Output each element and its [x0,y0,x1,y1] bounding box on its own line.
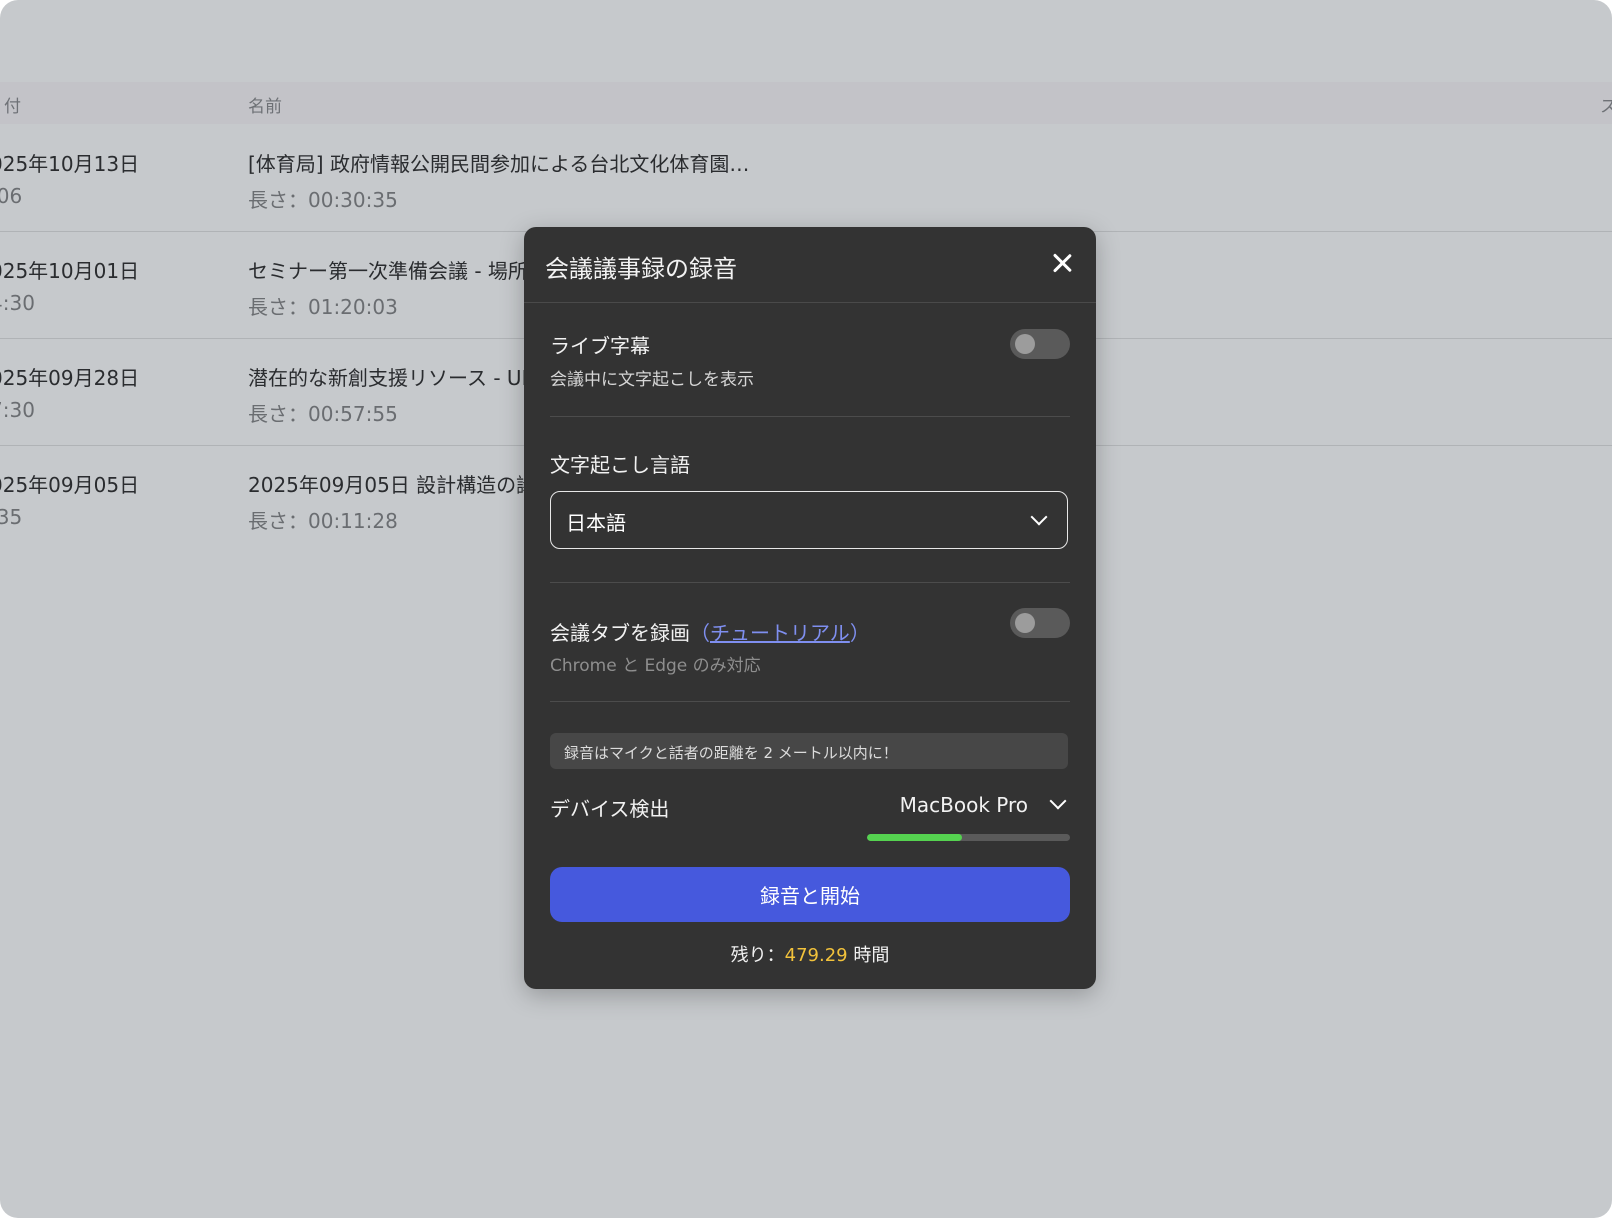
app-window: 付 名前 ス 025年10月13日 :06 [体育局] 政府情報公開民間参加によ… [0,0,1612,1218]
close-icon[interactable] [1046,247,1078,279]
divider [550,582,1070,583]
divider [550,701,1070,702]
row-time: :06 [0,184,23,208]
record-modal: 会議議事録の録音 ライブ字幕 会議中に文字起こしを表示 文字起こし言語 日本語 … [524,227,1096,989]
remaining-suffix: 時間 [847,945,890,966]
header-name[interactable]: 名前 [248,92,282,117]
row-date: 025年10月13日 [0,152,140,176]
row-time: :35 [0,505,23,529]
row-duration: 長さ：00:30:35 [248,188,398,212]
language-select[interactable]: 日本語 [550,491,1068,549]
tutorial-link-text[interactable]: チュートリアル [710,621,850,645]
live-caption-toggle[interactable] [1010,329,1070,359]
modal-title: 会議議事録の録音 [545,255,737,283]
distance-tip: 録音はマイクと話者の距離を 2 メートル以内に！ [550,733,1068,769]
link-paren-open: （ [690,621,710,645]
header-date[interactable]: 付 [4,92,21,117]
live-caption-label: ライブ字幕 [550,334,650,358]
divider [550,416,1070,417]
row-duration: 長さ：01:20:03 [248,295,398,319]
row-duration: 長さ：00:57:55 [248,402,398,426]
live-caption-description: 会議中に文字起こしを表示 [550,370,754,390]
row-date: 025年09月28日 [0,366,140,390]
toggle-knob [1015,613,1035,633]
record-tab-note: Chrome と Edge のみ対応 [550,656,761,676]
remaining-time: 残り：479.29 時間 [524,941,1096,967]
modal-header: 会議議事録の録音 [524,227,1096,303]
remaining-hours: 479.29 [784,945,848,966]
mic-level-meter [867,834,1070,841]
language-label: 文字起こし言語 [550,453,690,477]
table-row[interactable]: 025年10月13日 :06 [体育局] 政府情報公開民間参加による台北文化体育… [0,124,1612,232]
header-status[interactable]: ス [1600,92,1612,117]
chevron-down-icon [1030,508,1048,526]
device-value: MacBook Pro [899,793,1028,817]
device-select[interactable]: MacBook Pro [830,789,1070,823]
toggle-knob [1015,334,1035,354]
device-label: デバイス検出 [550,797,670,821]
row-duration: 長さ：00:11:28 [248,509,398,533]
row-time: 4:30 [0,291,35,315]
row-date: 025年10月01日 [0,259,140,283]
row-date: 025年09月05日 [0,473,140,497]
list-header: 付 名前 ス [0,82,1612,124]
mic-level-fill [867,834,963,841]
start-recording-button[interactable]: 録音と開始 [550,867,1070,922]
row-title: 2025年09月05日 設計構造の議 [248,473,537,497]
record-tab-toggle[interactable] [1010,608,1070,638]
row-title: [体育局] 政府情報公開民間参加による台北文化体育園… [248,152,750,176]
link-paren-close: ） [849,621,870,645]
record-tab-label: 会議タブを録画（チュートリアル） [550,617,870,646]
record-tab-text: 会議タブを録画 [550,621,690,645]
chevron-down-icon [1049,792,1067,810]
tutorial-link[interactable]: （チュートリアル） [690,621,870,645]
row-title: 潜在的な新創支援リソース - UI [248,366,528,390]
remaining-prefix: 残り： [730,945,785,966]
row-time: 7:30 [0,398,35,422]
language-value: 日本語 [566,511,626,535]
row-title: セミナー第一次準備会議 - 場所 [248,259,528,283]
